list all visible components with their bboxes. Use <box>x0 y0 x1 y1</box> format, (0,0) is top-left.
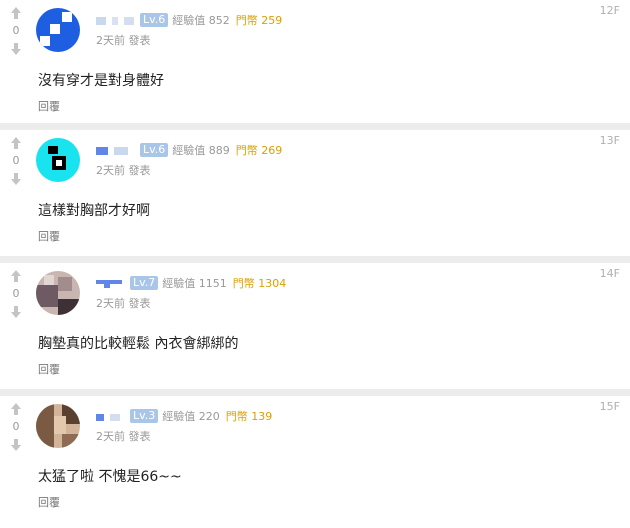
post-time: 2天前 發表 <box>96 430 151 443</box>
vote-count: 0 <box>12 154 20 167</box>
username-blurred[interactable] <box>96 15 136 26</box>
post-time: 2天前 發表 <box>96 34 151 47</box>
comment-text: 沒有穿才是對身體好 <box>38 73 164 89</box>
floor-number: 15F <box>599 400 620 413</box>
vote-count: 0 <box>12 420 20 433</box>
arrow-up-icon[interactable] <box>10 402 22 416</box>
arrow-down-icon[interactable] <box>10 172 22 186</box>
coin-value: 門幣 269 <box>235 144 283 157</box>
reply-button[interactable]: 回覆 <box>38 228 60 244</box>
comment-item: 0 Lv.3 經驗值 220 門幣 139 2天前 發表 15F 太猛了啦 不愧… <box>0 396 630 522</box>
level-badge: Lv.3 <box>130 409 159 423</box>
user-meta: Lv.6 經驗值 852 門幣 259 <box>96 12 288 28</box>
post-time: 2天前 發表 <box>96 297 151 310</box>
exp-value: 經驗值 220 <box>162 410 220 423</box>
arrow-up-icon[interactable] <box>10 136 22 150</box>
user-meta: Lv.7 經驗值 1151 門幣 1304 <box>96 275 292 291</box>
arrow-down-icon[interactable] <box>10 438 22 452</box>
vote-count: 0 <box>12 287 20 300</box>
vote-column: 0 <box>8 269 24 319</box>
exp-value: 經驗值 889 <box>172 144 230 157</box>
coin-value: 門幣 259 <box>235 14 283 27</box>
avatar[interactable] <box>36 8 80 52</box>
comment-text: 這樣對胸部才好啊 <box>38 203 150 219</box>
arrow-down-icon[interactable] <box>10 42 22 56</box>
avatar[interactable] <box>36 271 80 315</box>
reply-button[interactable]: 回覆 <box>38 361 60 377</box>
comment-text: 太猛了啦 不愧是66~~ <box>38 469 182 485</box>
level-badge: Lv.6 <box>140 143 169 157</box>
comment-text: 胸墊真的比較輕鬆 內衣會綁綁的 <box>38 336 239 352</box>
level-badge: Lv.7 <box>130 276 159 290</box>
exp-value: 經驗值 1151 <box>162 277 227 290</box>
arrow-down-icon[interactable] <box>10 305 22 319</box>
username-blurred[interactable] <box>96 145 136 156</box>
user-meta: Lv.3 經驗值 220 門幣 139 <box>96 408 278 424</box>
vote-count: 0 <box>12 24 20 37</box>
vote-column: 0 <box>8 136 24 186</box>
coin-value: 門幣 1304 <box>232 277 287 290</box>
vote-column: 0 <box>8 402 24 452</box>
exp-value: 經驗值 852 <box>172 14 230 27</box>
comment-item: 0 Lv.6 經驗值 889 門幣 269 2天前 發表 13F 這樣對胸部才好… <box>0 130 630 263</box>
comment-item: 0 Lv.7 經驗值 1151 門幣 1304 2天前 發表 14F 胸墊真的比… <box>0 263 630 396</box>
username-blurred[interactable] <box>96 278 126 289</box>
post-time: 2天前 發表 <box>96 164 151 177</box>
level-badge: Lv.6 <box>140 13 169 27</box>
arrow-up-icon[interactable] <box>10 6 22 20</box>
coin-value: 門幣 139 <box>225 410 273 423</box>
reply-button[interactable]: 回覆 <box>38 98 60 114</box>
floor-number: 12F <box>599 4 620 17</box>
floor-number: 14F <box>599 267 620 280</box>
comment-item: 0 Lv.6 經驗值 852 門幣 259 2天前 發表 12F 沒有穿才是對身… <box>0 0 630 130</box>
user-meta: Lv.6 經驗值 889 門幣 269 <box>96 142 288 158</box>
avatar[interactable] <box>36 138 80 182</box>
arrow-up-icon[interactable] <box>10 269 22 283</box>
reply-button[interactable]: 回覆 <box>38 494 60 510</box>
username-blurred[interactable] <box>96 411 126 422</box>
floor-number: 13F <box>599 134 620 147</box>
avatar[interactable] <box>36 404 80 448</box>
vote-column: 0 <box>8 6 24 56</box>
